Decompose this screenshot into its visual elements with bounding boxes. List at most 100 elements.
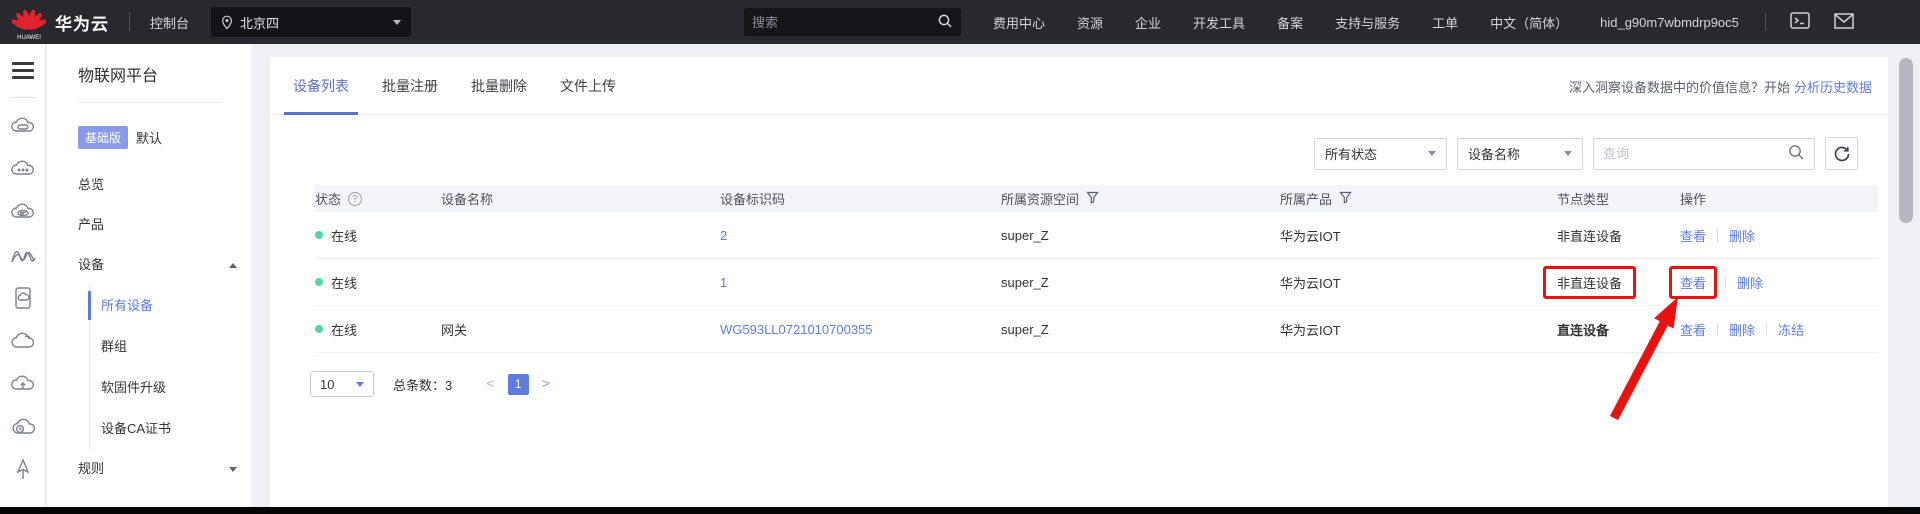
filter-funnel-icon[interactable]: [1086, 191, 1099, 207]
table-header: 状态 ? 设备名称 设备标识码 所属资源空间 所属产品 节点类型 操作: [315, 185, 1878, 212]
cloud-server-icon[interactable]: [0, 104, 46, 147]
nav-ticket[interactable]: 工单: [1432, 13, 1458, 32]
nav-enterprise[interactable]: 企业: [1135, 13, 1161, 32]
node-type-cell: 直连设备: [1557, 320, 1680, 339]
sidebar-item-products[interactable]: 产品: [47, 205, 251, 245]
tab-device-list[interactable]: 设备列表: [284, 57, 358, 115]
nav-support-service[interactable]: 支持与服务: [1335, 13, 1400, 32]
col-node-type: 节点类型: [1557, 189, 1680, 208]
page-size-select[interactable]: 10: [310, 371, 374, 397]
huawei-cloud-console: HUAWEI 华为云 控制台 北京四 费用中心 资源 企业 开发工具: [0, 0, 1920, 514]
device-id-link[interactable]: 2: [720, 228, 727, 243]
brand-name[interactable]: 华为云: [55, 10, 109, 35]
total-count-label: 总条数：3: [393, 375, 452, 394]
sidebar-item-overview[interactable]: 总览: [47, 165, 251, 205]
current-page-button[interactable]: 1: [508, 374, 529, 395]
node-type-cell: 非直连设备: [1557, 266, 1680, 299]
tab-file-upload[interactable]: 文件上传: [551, 57, 625, 115]
search-icon[interactable]: [937, 13, 953, 32]
global-search-input[interactable]: [752, 15, 937, 30]
sidebar-item-rules[interactable]: 规则: [47, 449, 251, 489]
nav-language[interactable]: 中文（简体）: [1490, 13, 1568, 32]
sidebar-item-all-devices[interactable]: 所有设备: [90, 285, 251, 326]
device-id-link[interactable]: 1: [720, 275, 727, 290]
sidebar-item-device-ca-cert[interactable]: 设备CA证书: [90, 408, 251, 449]
nav-divider: [1765, 13, 1766, 31]
nav-icp-filing[interactable]: 备案: [1277, 13, 1303, 32]
refresh-icon: [1833, 145, 1851, 163]
cloud-clock-icon[interactable]: [0, 405, 46, 448]
prev-page-button[interactable]: <: [486, 376, 494, 392]
filter-toolbar: 所有状态 设备名称: [1314, 137, 1858, 170]
device-table: 状态 ? 设备名称 设备标识码 所属资源空间 所属产品 节点类型 操作 在线: [315, 185, 1878, 353]
edition-badge: 基础版: [78, 126, 128, 149]
col-actions: 操作: [1680, 189, 1878, 208]
insight-text: 深入洞察设备数据中的价值信息？开始: [1569, 77, 1790, 96]
sidebar-divider: [78, 102, 222, 103]
devices-submenu: 所有设备 群组 软固件升级 设备CA证书: [89, 285, 251, 449]
cloud-list-icon[interactable]: [0, 190, 46, 233]
status-cell: 在线: [315, 226, 441, 245]
chevron-down-icon: [356, 382, 364, 387]
nav-resources[interactable]: 资源: [1077, 13, 1103, 32]
device-id-link[interactable]: WG593LL0721010700355: [720, 322, 873, 337]
nav-billing-center[interactable]: 费用中心: [993, 13, 1045, 32]
query-input[interactable]: [1603, 146, 1787, 161]
filter-funnel-icon[interactable]: [1339, 191, 1352, 207]
annotation-red-box: 非直连设备: [1543, 266, 1636, 299]
analyze-history-link[interactable]: 分析历史数据: [1794, 77, 1872, 96]
status-cell: 在线: [315, 273, 441, 292]
terminal-icon[interactable]: [1790, 12, 1810, 32]
edition-row: 基础版 默认: [78, 126, 251, 149]
console-link[interactable]: 控制台: [150, 13, 189, 32]
chevron-up-icon: [229, 263, 237, 268]
table-row: 在线 2 super_Z 华为云IOT 非直连设备 查看 删除: [315, 212, 1878, 259]
global-search-box: [744, 8, 961, 36]
rail-divider: [10, 97, 36, 98]
delete-link[interactable]: 删除: [1729, 226, 1755, 245]
tab-batch-register[interactable]: 批量注册: [373, 57, 447, 115]
sidebar-title: 物联网平台: [47, 44, 251, 86]
delete-link[interactable]: 删除: [1729, 320, 1755, 339]
view-link[interactable]: 查看: [1680, 276, 1706, 291]
col-device-name: 设备名称: [441, 189, 720, 208]
cloud-dots-icon[interactable]: [0, 147, 46, 190]
anchor-icon[interactable]: [0, 448, 46, 491]
chevron-down-icon: [393, 20, 401, 25]
region-selector[interactable]: 北京四: [211, 7, 411, 37]
cloud-upload-icon[interactable]: [0, 362, 46, 405]
actions-cell: 查看 删除: [1680, 226, 1878, 245]
cloud-icon[interactable]: [0, 319, 46, 362]
delete-link[interactable]: 删除: [1737, 273, 1763, 292]
device-id-cell: WG593LL0721010700355: [720, 322, 1001, 337]
status-cell: 在线: [315, 320, 441, 339]
search-field-select[interactable]: 设备名称: [1457, 138, 1583, 170]
vertical-scrollbar-track[interactable]: [1888, 44, 1920, 507]
chevron-down-icon: [1564, 151, 1572, 156]
device-card-icon[interactable]: [0, 276, 46, 319]
view-link[interactable]: 查看: [1680, 320, 1706, 339]
search-icon[interactable]: [1787, 143, 1805, 164]
sidebar-item-groups[interactable]: 群组: [90, 326, 251, 367]
device-id-cell: 1: [720, 275, 1001, 290]
online-status-dot: [315, 278, 323, 286]
freeze-link[interactable]: 冻结: [1778, 320, 1804, 339]
insight-banner: 深入洞察设备数据中的价值信息？开始 分析历史数据: [1569, 57, 1872, 115]
next-page-button[interactable]: >: [542, 376, 550, 392]
tab-batch-delete[interactable]: 批量删除: [462, 57, 536, 115]
sidebar-item-devices[interactable]: 设备: [47, 245, 251, 285]
huawei-logo-icon[interactable]: HUAWEI: [12, 5, 46, 41]
status-filter-select[interactable]: 所有状态: [1314, 138, 1447, 170]
mail-icon[interactable]: [1834, 13, 1854, 32]
nav-dev-tools[interactable]: 开发工具: [1193, 13, 1245, 32]
menu-icon[interactable]: [12, 58, 34, 83]
nav-account-id[interactable]: hid_g90m7wbmdrp9oc5: [1600, 15, 1739, 30]
vertical-scrollbar-thumb[interactable]: [1899, 58, 1913, 223]
table-row: 在线 1 super_Z 华为云IOT 非直连设备 查看 删除: [315, 259, 1878, 306]
wave-icon[interactable]: [0, 233, 46, 276]
sidebar-item-firmware-upgrade[interactable]: 软固件升级: [90, 367, 251, 408]
view-link[interactable]: 查看: [1680, 226, 1706, 245]
help-icon[interactable]: ?: [348, 192, 362, 206]
refresh-button[interactable]: [1825, 137, 1858, 170]
region-label: 北京四: [240, 13, 279, 32]
